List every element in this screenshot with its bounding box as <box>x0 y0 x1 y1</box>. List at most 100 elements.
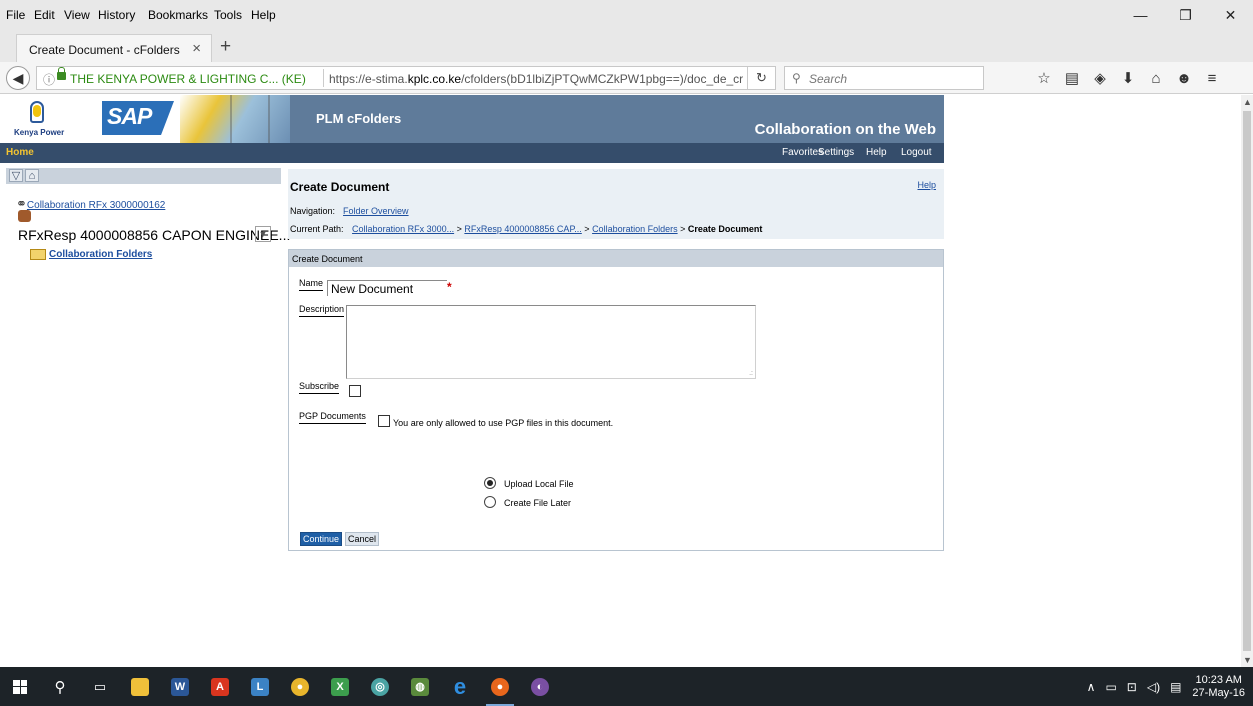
menu-history[interactable]: History <box>98 8 135 22</box>
close-tab-icon[interactable]: × <box>192 40 201 57</box>
word-button[interactable]: W <box>160 667 200 706</box>
info-icon[interactable]: ⓘ <box>43 71 55 88</box>
volume-icon[interactable]: ◁) <box>1147 680 1160 694</box>
restore-icon[interactable]: ❐ <box>1163 0 1208 30</box>
continue-button[interactable]: Continue <box>300 532 343 546</box>
home-link[interactable]: Home <box>6 147 34 158</box>
start-button[interactable] <box>0 667 40 706</box>
menu-tools[interactable]: Tools <box>214 8 242 22</box>
breadcrumb-rfx[interactable]: Collaboration RFx 3000... <box>352 224 454 234</box>
chrome-button[interactable]: ● <box>280 667 320 706</box>
page-title: Create Document <box>290 180 390 194</box>
download-icon[interactable]: ⬇ <box>1114 67 1142 89</box>
excel-button[interactable]: X <box>320 667 360 706</box>
acrobat-button[interactable]: A <box>200 667 240 706</box>
pgp-checkbox[interactable] <box>378 415 390 427</box>
back-button[interactable]: ◀ <box>6 66 30 90</box>
favorites-link[interactable]: Favorites <box>782 147 823 158</box>
app-icon: L <box>251 677 269 696</box>
menu-edit[interactable]: Edit <box>34 8 55 22</box>
close-window-icon[interactable]: ✕ <box>1208 0 1253 30</box>
breadcrumb-separator: > <box>581 224 593 234</box>
breadcrumb-separator: > <box>454 224 465 234</box>
search-taskbar-button[interactable]: ⚲ <box>40 667 80 706</box>
file-explorer-button[interactable] <box>120 667 160 706</box>
address-bar[interactable]: ⓘ THE KENYA POWER & LIGHTING C... (KE) h… <box>36 66 776 90</box>
tab-create-document[interactable]: Create Document - cFolders × <box>16 34 212 62</box>
help-link[interactable]: Help <box>866 147 887 158</box>
app-button[interactable]: L <box>240 667 280 706</box>
app-button[interactable]: ◍ <box>400 667 440 706</box>
collaboration-folders-link[interactable]: Collaboration Folders <box>49 249 152 260</box>
search-input[interactable]: ⚲ Search <box>784 66 984 90</box>
subscribe-checkbox[interactable] <box>349 385 361 397</box>
scroll-up-icon[interactable]: ▲ <box>1243 97 1252 107</box>
new-tab-icon[interactable]: + <box>220 36 231 58</box>
folder-overview-link[interactable]: Folder Overview <box>343 206 409 216</box>
back-arrow-icon: ◀ <box>12 69 24 86</box>
reload-icon[interactable]: ↻ <box>747 67 775 89</box>
tree-item-rfx[interactable]: ⚭Collaboration RFx 3000000162 <box>16 196 165 212</box>
resize-grip-icon[interactable]: .: <box>749 370 753 377</box>
folder-icon <box>131 677 149 696</box>
firefox-button[interactable]: ● <box>480 667 520 706</box>
scroll-down-icon[interactable]: ▼ <box>1243 655 1252 665</box>
app-icon: ◍ <box>411 677 429 696</box>
create-file-later-radio[interactable] <box>484 496 496 508</box>
top-navigation: Home Favorites Settings Help Logout <box>0 143 944 163</box>
name-label: Name <box>299 278 324 291</box>
settings-link[interactable]: Settings <box>818 147 854 158</box>
clock[interactable]: 10:23 AM 27-May-16 <box>1192 674 1245 700</box>
name-field[interactable] <box>327 280 447 296</box>
menu-view[interactable]: View <box>64 8 90 22</box>
battery-icon[interactable]: ▭ <box>1105 680 1116 694</box>
scroll-thumb[interactable] <box>1243 111 1251 651</box>
system-tray: ∧ ▭ ⊡ ◁) ▤ 10:23 AM 27-May-16 <box>1082 667 1253 706</box>
menu-help[interactable]: Help <box>251 8 276 22</box>
minimize-icon[interactable]: — <box>1118 0 1163 30</box>
task-view-icon: ▭ <box>93 678 107 694</box>
reading-list-icon[interactable]: ▤ <box>1058 67 1086 89</box>
menu-file[interactable]: File <box>6 8 25 22</box>
edge-button[interactable]: e <box>440 667 480 706</box>
tree-item-collaboration-folders[interactable]: Collaboration Folders <box>30 249 152 260</box>
url-text[interactable]: https://e-stima.kplc.co.ke/cfolders(bD1l… <box>329 72 743 86</box>
app-button[interactable]: ◎ <box>360 667 400 706</box>
taskbar: ⚲ ▭ W A L ● X ◎ ◍ e ● ◐ ∧ ▭ ⊡ ◁) ▤ 10:23… <box>0 667 1253 706</box>
pgp-documents-label: PGP Documents <box>299 411 366 424</box>
hamburger-menu-icon[interactable]: ≡ <box>1198 67 1226 89</box>
site-identity[interactable]: THE KENYA POWER & LIGHTING C... (KE) <box>70 72 306 86</box>
task-view-button[interactable]: ▭ <box>80 667 120 706</box>
create-document-form: Create Document Name * Description .: Su… <box>288 249 944 551</box>
notification-message-icon[interactable]: ▤ <box>1170 680 1181 694</box>
tree-toolbar: ▽ ⌂ <box>6 168 281 184</box>
cancel-button[interactable]: Cancel <box>345 532 380 546</box>
form-header: Create Document <box>289 250 943 267</box>
breadcrumb-response[interactable]: RFxResp 4000008856 CAP... <box>464 224 581 234</box>
rfx-link[interactable]: Collaboration RFx 3000000162 <box>27 200 165 211</box>
bookmark-star-icon[interactable]: ☆ <box>1030 67 1058 89</box>
vertical-scrollbar[interactable]: ▲ ▼ <box>1241 95 1253 667</box>
clock-date: 27-May-16 <box>1192 686 1245 699</box>
chevron-down-icon[interactable]: ▼ <box>255 226 271 242</box>
home-icon[interactable]: ⌂ <box>1142 67 1170 89</box>
upload-local-file-radio[interactable] <box>484 477 496 489</box>
pocket-icon[interactable]: ◈ <box>1086 67 1114 89</box>
help-link[interactable]: Help <box>917 180 936 190</box>
tree-home-icon[interactable]: ⌂ <box>25 169 39 182</box>
logout-link[interactable]: Logout <box>901 147 932 158</box>
firefox-icon: ● <box>491 677 509 696</box>
menu-bookmarks[interactable]: Bookmarks <box>148 8 208 22</box>
breadcrumb-folders[interactable]: Collaboration Folders <box>592 224 678 234</box>
network-icon[interactable]: ⊡ <box>1127 680 1137 694</box>
chevron-up-icon[interactable]: ∧ <box>1087 680 1096 694</box>
hello-icon[interactable]: ☻ <box>1170 67 1198 89</box>
description-field[interactable]: .: <box>346 305 756 379</box>
magnifier-icon: ⚲ <box>54 678 66 696</box>
breadcrumb: Current Path: Collaboration RFx 3000... … <box>290 224 762 234</box>
app-button[interactable]: ◐ <box>520 667 560 706</box>
navigation-toolbar: ◀ ⓘ THE KENYA POWER & LIGHTING C... (KE)… <box>0 62 1253 94</box>
breadcrumb-separator: > <box>677 224 688 234</box>
collapse-icon[interactable]: ▽ <box>9 169 23 182</box>
lock-icon[interactable] <box>57 67 66 80</box>
